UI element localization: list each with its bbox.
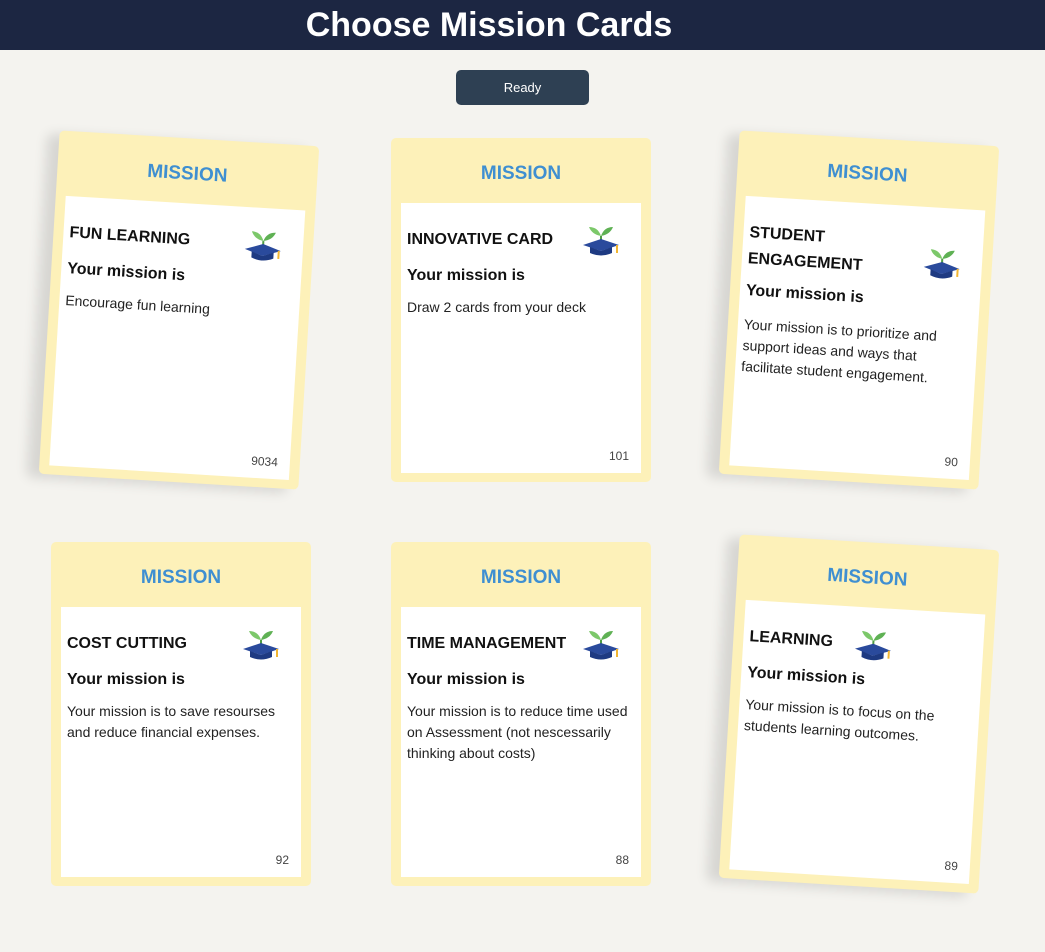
card-heading: MISSION <box>826 160 909 187</box>
card-heading: MISSION <box>140 567 222 588</box>
card-number: 9034 <box>250 453 279 470</box>
card-description: Your mission is to focus on the students… <box>743 696 935 744</box>
card-description: Your mission is to prioritize and suppor… <box>740 316 938 386</box>
card-title: TIME MANAGEMENT <box>407 635 567 652</box>
card-number: 89 <box>944 858 959 874</box>
card-body: COST CUTTING Your mission is Your missio… <box>61 607 301 877</box>
card-heading: MISSION <box>146 160 229 187</box>
card-title: STUDENT ENGAGEMENT <box>747 224 863 275</box>
page-title: Choose Mission Cards <box>305 6 673 44</box>
card-title: FUN LEARNING <box>68 224 191 249</box>
card-description: Your mission is to save resourses and re… <box>67 703 276 740</box>
card-title: COST CUTTING <box>67 635 187 652</box>
graduation-cap-sprout-icon <box>241 625 281 661</box>
card-subtitle: Your mission is <box>66 260 186 285</box>
mission-card[interactable]: MISSION COST CUTTING Your mission is You… <box>51 542 311 886</box>
card-number: 101 <box>608 449 629 463</box>
card-body: FUN LEARNING Your mission is Encourage f… <box>49 195 306 481</box>
card-description: Your mission is to reduce time used on A… <box>407 703 628 761</box>
card-subtitle: Your mission is <box>746 664 866 689</box>
mission-card[interactable]: MISSION STUDENT ENGAGEMENT Your mission … <box>718 130 1000 490</box>
card-subtitle: Your mission is <box>407 267 525 284</box>
card-description: Draw 2 cards from your deck <box>407 299 586 315</box>
mission-card[interactable]: MISSION LEARNING Your mission is Your mi… <box>718 534 1000 894</box>
graduation-cap-sprout-icon <box>581 221 621 257</box>
mission-card[interactable]: MISSION TIME MANAGEMENT Your mission is … <box>391 542 651 886</box>
card-body: STUDENT ENGAGEMENT Your mission is Your … <box>729 195 986 481</box>
mission-card[interactable]: MISSION FUN LEARNING Your mission is Enc… <box>38 130 320 490</box>
card-body: LEARNING Your mission is Your mission is… <box>729 599 986 885</box>
page-header: Choose Mission Cards <box>0 0 1045 50</box>
card-heading: MISSION <box>480 567 562 588</box>
mission-card[interactable]: MISSION INNOVATIVE CARD Your mission is … <box>391 138 651 482</box>
card-description: Encourage fun learning <box>64 292 211 317</box>
ready-button[interactable]: Ready <box>456 70 589 105</box>
card-number: 90 <box>944 454 959 470</box>
card-heading: MISSION <box>826 564 909 591</box>
card-heading: MISSION <box>480 163 562 184</box>
graduation-cap-sprout-icon <box>242 225 284 263</box>
card-body: TIME MANAGEMENT Your mission is Your mis… <box>401 607 641 877</box>
card-subtitle: Your mission is <box>745 282 865 307</box>
card-subtitle: Your mission is <box>67 671 185 688</box>
card-subtitle: Your mission is <box>407 671 525 688</box>
graduation-cap-sprout-icon <box>581 625 621 661</box>
card-number: 88 <box>615 853 629 867</box>
card-body: INNOVATIVE CARD Your mission is Draw 2 c… <box>401 203 641 473</box>
graduation-cap-sprout-icon <box>921 243 963 281</box>
graduation-cap-sprout-icon <box>852 625 894 663</box>
card-title: INNOVATIVE CARD <box>407 231 554 248</box>
card-number: 92 <box>275 853 289 867</box>
